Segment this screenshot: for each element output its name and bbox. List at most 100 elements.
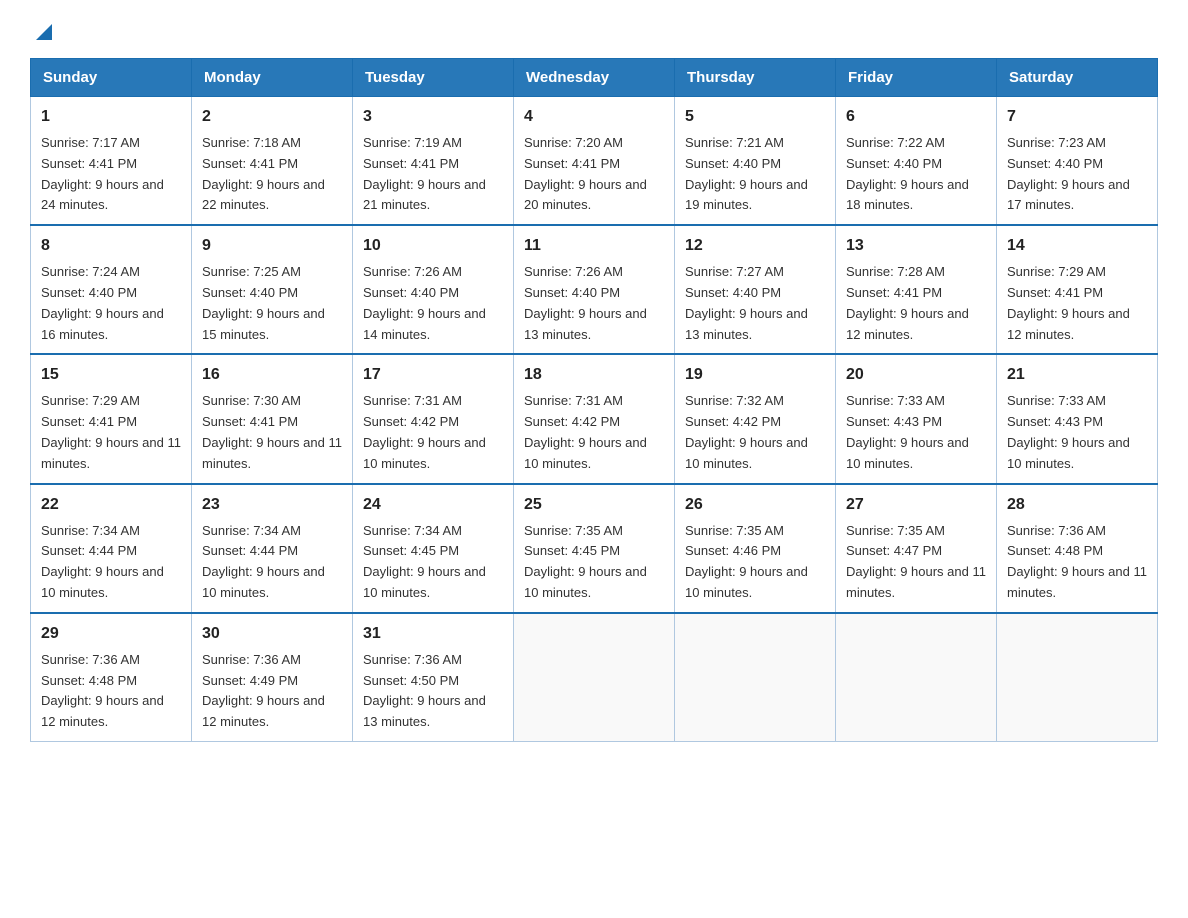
calendar-day-cell: 5 Sunrise: 7:21 AMSunset: 4:40 PMDaylight…	[675, 97, 836, 226]
calendar-header-saturday: Saturday	[997, 59, 1158, 97]
day-info: Sunrise: 7:34 AMSunset: 4:44 PMDaylight:…	[41, 521, 181, 604]
calendar-day-cell: 3 Sunrise: 7:19 AMSunset: 4:41 PMDaylight…	[353, 97, 514, 226]
calendar-day-cell: 28 Sunrise: 7:36 AMSunset: 4:48 PMDayligh…	[997, 484, 1158, 613]
calendar-day-cell	[514, 613, 675, 742]
calendar-week-row: 15 Sunrise: 7:29 AMSunset: 4:41 PMDayligh…	[31, 354, 1158, 483]
calendar-header-friday: Friday	[836, 59, 997, 97]
day-info: Sunrise: 7:29 AMSunset: 4:41 PMDaylight:…	[41, 391, 181, 474]
day-info: Sunrise: 7:27 AMSunset: 4:40 PMDaylight:…	[685, 262, 825, 345]
calendar-day-cell: 12 Sunrise: 7:27 AMSunset: 4:40 PMDayligh…	[675, 225, 836, 354]
calendar-day-cell	[675, 613, 836, 742]
day-number: 24	[363, 493, 503, 517]
day-number: 27	[846, 493, 986, 517]
day-info: Sunrise: 7:26 AMSunset: 4:40 PMDaylight:…	[363, 262, 503, 345]
day-info: Sunrise: 7:26 AMSunset: 4:40 PMDaylight:…	[524, 262, 664, 345]
day-number: 13	[846, 234, 986, 258]
day-info: Sunrise: 7:35 AMSunset: 4:45 PMDaylight:…	[524, 521, 664, 604]
calendar-day-cell: 31 Sunrise: 7:36 AMSunset: 4:50 PMDayligh…	[353, 613, 514, 742]
calendar-header-thursday: Thursday	[675, 59, 836, 97]
day-info: Sunrise: 7:33 AMSunset: 4:43 PMDaylight:…	[846, 391, 986, 474]
calendar-day-cell: 22Sunrise: 7:34 AMSunset: 4:44 PMDayligh…	[31, 484, 192, 613]
day-number: 7	[1007, 105, 1147, 129]
day-number: 8	[41, 234, 181, 258]
day-info: Sunrise: 7:36 AMSunset: 4:50 PMDaylight:…	[363, 650, 503, 733]
calendar-day-cell: 1 Sunrise: 7:17 AMSunset: 4:41 PMDaylight…	[31, 97, 192, 226]
day-number: 21	[1007, 363, 1147, 387]
calendar-day-cell: 21Sunrise: 7:33 AMSunset: 4:43 PMDayligh…	[997, 354, 1158, 483]
day-info: Sunrise: 7:25 AMSunset: 4:40 PMDaylight:…	[202, 262, 342, 345]
day-info: Sunrise: 7:18 AMSunset: 4:41 PMDaylight:…	[202, 133, 342, 216]
calendar-header-sunday: Sunday	[31, 59, 192, 97]
day-number: 19	[685, 363, 825, 387]
day-number: 30	[202, 622, 342, 646]
calendar-header-monday: Monday	[192, 59, 353, 97]
calendar-day-cell: 26Sunrise: 7:35 AMSunset: 4:46 PMDayligh…	[675, 484, 836, 613]
calendar-day-cell: 4 Sunrise: 7:20 AMSunset: 4:41 PMDaylight…	[514, 97, 675, 226]
day-number: 10	[363, 234, 503, 258]
day-number: 1	[41, 105, 181, 129]
day-number: 15	[41, 363, 181, 387]
day-number: 3	[363, 105, 503, 129]
calendar-day-cell: 11 Sunrise: 7:26 AMSunset: 4:40 PMDayligh…	[514, 225, 675, 354]
day-info: Sunrise: 7:31 AMSunset: 4:42 PMDaylight:…	[363, 391, 503, 474]
day-info: Sunrise: 7:24 AMSunset: 4:40 PMDaylight:…	[41, 262, 181, 345]
day-number: 20	[846, 363, 986, 387]
day-number: 18	[524, 363, 664, 387]
day-info: Sunrise: 7:29 AMSunset: 4:41 PMDaylight:…	[1007, 262, 1147, 345]
day-number: 31	[363, 622, 503, 646]
day-number: 12	[685, 234, 825, 258]
day-info: Sunrise: 7:31 AMSunset: 4:42 PMDaylight:…	[524, 391, 664, 474]
calendar-day-cell: 17 Sunrise: 7:31 AMSunset: 4:42 PMDayligh…	[353, 354, 514, 483]
calendar-day-cell: 20 Sunrise: 7:33 AMSunset: 4:43 PMDayligh…	[836, 354, 997, 483]
calendar-day-cell	[836, 613, 997, 742]
calendar-day-cell: 13 Sunrise: 7:28 AMSunset: 4:41 PMDayligh…	[836, 225, 997, 354]
calendar-week-row: 1 Sunrise: 7:17 AMSunset: 4:41 PMDaylight…	[31, 97, 1158, 226]
day-number: 5	[685, 105, 825, 129]
calendar-day-cell: 29 Sunrise: 7:36 AMSunset: 4:48 PMDayligh…	[31, 613, 192, 742]
day-info: Sunrise: 7:36 AMSunset: 4:48 PMDaylight:…	[41, 650, 181, 733]
day-info: Sunrise: 7:32 AMSunset: 4:42 PMDaylight:…	[685, 391, 825, 474]
day-number: 4	[524, 105, 664, 129]
day-number: 11	[524, 234, 664, 258]
calendar-day-cell	[997, 613, 1158, 742]
day-info: Sunrise: 7:22 AMSunset: 4:40 PMDaylight:…	[846, 133, 986, 216]
calendar-week-row: 22Sunrise: 7:34 AMSunset: 4:44 PMDayligh…	[31, 484, 1158, 613]
day-number: 28	[1007, 493, 1147, 517]
calendar-week-row: 29 Sunrise: 7:36 AMSunset: 4:48 PMDayligh…	[31, 613, 1158, 742]
day-number: 29	[41, 622, 181, 646]
calendar-day-cell: 14Sunrise: 7:29 AMSunset: 4:41 PMDayligh…	[997, 225, 1158, 354]
day-number: 25	[524, 493, 664, 517]
calendar-header-row: SundayMondayTuesdayWednesdayThursdayFrid…	[31, 59, 1158, 97]
calendar-day-cell: 16Sunrise: 7:30 AMSunset: 4:41 PMDayligh…	[192, 354, 353, 483]
day-number: 2	[202, 105, 342, 129]
day-info: Sunrise: 7:19 AMSunset: 4:41 PMDaylight:…	[363, 133, 503, 216]
logo	[30, 20, 54, 38]
day-info: Sunrise: 7:21 AMSunset: 4:40 PMDaylight:…	[685, 133, 825, 216]
calendar-day-cell: 6Sunrise: 7:22 AMSunset: 4:40 PMDaylight…	[836, 97, 997, 226]
day-info: Sunrise: 7:17 AMSunset: 4:41 PMDaylight:…	[41, 133, 181, 216]
calendar-day-cell: 7 Sunrise: 7:23 AMSunset: 4:40 PMDaylight…	[997, 97, 1158, 226]
day-info: Sunrise: 7:23 AMSunset: 4:40 PMDaylight:…	[1007, 133, 1147, 216]
day-number: 23	[202, 493, 342, 517]
calendar-day-cell: 25 Sunrise: 7:35 AMSunset: 4:45 PMDayligh…	[514, 484, 675, 613]
day-number: 17	[363, 363, 503, 387]
day-info: Sunrise: 7:34 AMSunset: 4:45 PMDaylight:…	[363, 521, 503, 604]
calendar-week-row: 8 Sunrise: 7:24 AMSunset: 4:40 PMDaylight…	[31, 225, 1158, 354]
calendar-day-cell: 8 Sunrise: 7:24 AMSunset: 4:40 PMDaylight…	[31, 225, 192, 354]
calendar-day-cell: 24 Sunrise: 7:34 AMSunset: 4:45 PMDayligh…	[353, 484, 514, 613]
calendar-day-cell: 18 Sunrise: 7:31 AMSunset: 4:42 PMDayligh…	[514, 354, 675, 483]
day-info: Sunrise: 7:28 AMSunset: 4:41 PMDaylight:…	[846, 262, 986, 345]
calendar-day-cell: 30Sunrise: 7:36 AMSunset: 4:49 PMDayligh…	[192, 613, 353, 742]
page-header	[30, 20, 1158, 38]
calendar-header-wednesday: Wednesday	[514, 59, 675, 97]
day-info: Sunrise: 7:20 AMSunset: 4:41 PMDaylight:…	[524, 133, 664, 216]
day-info: Sunrise: 7:36 AMSunset: 4:48 PMDaylight:…	[1007, 521, 1147, 604]
day-info: Sunrise: 7:35 AMSunset: 4:47 PMDaylight:…	[846, 521, 986, 604]
day-number: 26	[685, 493, 825, 517]
logo-triangle-icon	[32, 20, 54, 42]
calendar-day-cell: 2 Sunrise: 7:18 AMSunset: 4:41 PMDaylight…	[192, 97, 353, 226]
calendar-header-tuesday: Tuesday	[353, 59, 514, 97]
calendar-table: SundayMondayTuesdayWednesdayThursdayFrid…	[30, 58, 1158, 742]
day-info: Sunrise: 7:34 AMSunset: 4:44 PMDaylight:…	[202, 521, 342, 604]
calendar-day-cell: 27 Sunrise: 7:35 AMSunset: 4:47 PMDayligh…	[836, 484, 997, 613]
